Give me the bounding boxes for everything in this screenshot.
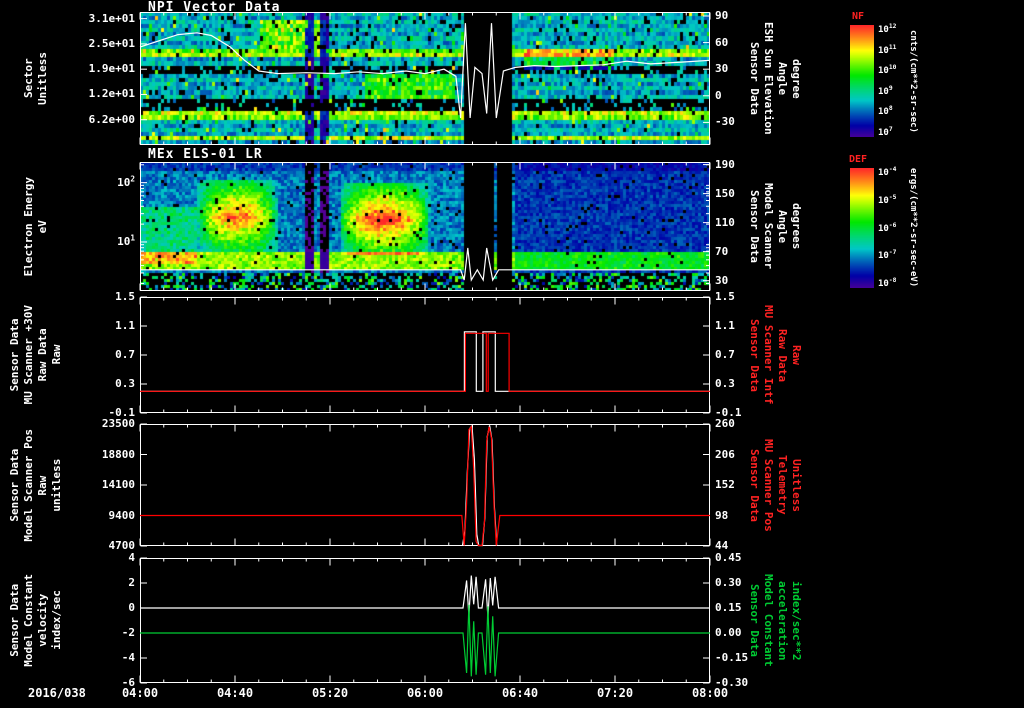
- panel-right-axis-label-text: Sensor DataModel Constantaccelerationind…: [747, 574, 803, 667]
- panel-right-axis-label: Sensor DataModel ScannerAngledegrees: [744, 162, 806, 291]
- panel-right-axis-label: Sensor DataModel Constantaccelerationind…: [744, 558, 806, 683]
- panel-left-axis-label: Electron EnergyeV: [4, 162, 68, 291]
- panel-right-axis-label-text: Sensor DataESH Sun ElevationAngledegree: [747, 22, 803, 135]
- y-tick-label: 9400: [109, 509, 136, 522]
- colorbar-tick-label: 1011: [878, 46, 896, 56]
- panel-right-axis-label-text: Sensor DataMU Scanner PosTelemetryUnitle…: [747, 439, 803, 532]
- science-plot-screen: NPI Vector Data MEx ELS-01 LR NF DEF 201…: [0, 0, 1024, 708]
- y-tick-label: 1.9e+01: [89, 62, 135, 75]
- y-tick-label: 60: [715, 36, 728, 49]
- colorbar-tick-label: 107: [878, 128, 893, 138]
- panel-left-axis-label-text: Sensor DataModel Scanner PosRawunitless: [8, 429, 64, 542]
- colorbar-unit-text: cnts/(cm**2-sr-sec): [908, 30, 918, 133]
- panel-left-axis-label: Sensor DataMU Scanner +30VRaw DataRaw: [4, 297, 68, 413]
- colorbar-unit-label: cnts/(cm**2-sr-sec): [908, 25, 918, 137]
- colorbar-tick-label: 10-8: [878, 279, 896, 289]
- x-tick-label: 04:00: [114, 686, 166, 700]
- y-tick-label: 110: [715, 216, 735, 229]
- panel-border: [141, 163, 710, 291]
- series-line: [140, 333, 710, 391]
- y-tick-label: 0.15: [715, 601, 742, 614]
- series-line: [140, 248, 710, 280]
- panel-right-axis-label-text: Sensor DataMU Scanner IntfRaw DataRaw: [747, 305, 803, 404]
- y-tick-label: 14100: [102, 478, 135, 491]
- x-tick-label: 05:20: [304, 686, 356, 700]
- panel-border: [141, 559, 710, 683]
- series-line: [140, 605, 710, 677]
- y-tick-label: 0.3: [115, 377, 135, 390]
- panel-left-axis-label: Sensor DataModel Constantvelocityindex/s…: [4, 558, 68, 683]
- y-tick-label: 98: [715, 509, 728, 522]
- y-tick-label: 101: [117, 235, 135, 248]
- colorbar-tick-label: 10-7: [878, 251, 896, 261]
- panel-right-axis-label: Sensor DataMU Scanner PosTelemetryUnitle…: [744, 424, 806, 546]
- y-tick-label: 1.5: [115, 290, 135, 303]
- panel-left-axis-label-text: SectorUnitless: [22, 52, 50, 105]
- panel-right-axis-label: Sensor DataESH Sun ElevationAngledegree: [744, 12, 806, 145]
- y-tick-label: 0.00: [715, 626, 742, 639]
- y-tick-label: 1.2e+01: [89, 87, 135, 100]
- colorbar-tick-label: 10-4: [878, 168, 896, 178]
- x-tick-label: 06:00: [399, 686, 451, 700]
- x-tick-label: 08:00: [684, 686, 736, 700]
- y-tick-label: 206: [715, 448, 735, 461]
- y-tick-label: -2: [122, 626, 135, 639]
- panel-left-axis-label: Sensor DataModel Scanner PosRawunitless: [4, 424, 68, 546]
- y-tick-label: 0.7: [115, 348, 135, 361]
- y-tick-label: 30: [715, 274, 728, 287]
- x-tick-label: 04:40: [209, 686, 261, 700]
- y-tick-label: -4: [122, 651, 135, 664]
- x-tick-label: 07:20: [589, 686, 641, 700]
- y-tick-label: 6.2e+00: [89, 113, 135, 126]
- panel-border: [141, 425, 710, 546]
- panel-left-axis-label-text: Sensor DataMU Scanner +30VRaw DataRaw: [8, 305, 64, 404]
- y-tick-label: 18800: [102, 448, 135, 461]
- y-tick-label: 150: [715, 187, 735, 200]
- y-tick-label: 23500: [102, 417, 135, 430]
- y-tick-label: -30: [715, 115, 735, 128]
- y-tick-label: 190: [715, 158, 735, 171]
- y-tick-label: 1.5: [715, 290, 735, 303]
- y-tick-label: 3.1e+01: [89, 12, 135, 25]
- colorbar-unit-label: ergs/(cm**2-sr-sec-eV): [908, 168, 918, 288]
- y-tick-label: 0.30: [715, 576, 742, 589]
- y-tick-label: 30: [715, 62, 728, 75]
- colorbar-tick-label: 10-6: [878, 224, 896, 234]
- colorbar-tick-label: 108: [878, 107, 893, 117]
- y-tick-label: 2.5e+01: [89, 37, 135, 50]
- panel-right-axis-label-text: Sensor DataModel ScannerAngledegrees: [747, 183, 803, 269]
- panel-left-axis-label-text: Electron EnergyeV: [22, 177, 50, 276]
- colorbar-tick-label: 1010: [878, 66, 896, 76]
- y-tick-label: 2: [128, 576, 135, 589]
- y-tick-label: 70: [715, 245, 728, 258]
- panel-left-axis-label-text: Sensor DataModel Constantvelocityindex/s…: [8, 574, 64, 667]
- colorbar-tick-label: 1012: [878, 25, 896, 35]
- y-tick-label: 1.1: [715, 319, 735, 332]
- y-tick-label: 1.1: [115, 319, 135, 332]
- y-tick-label: 260: [715, 417, 735, 430]
- y-tick-label: 0.7: [715, 348, 735, 361]
- panel-border: [141, 13, 710, 145]
- x-tick-label: 06:40: [494, 686, 546, 700]
- colorbar-tick-label: 109: [878, 87, 893, 97]
- y-tick-label: 152: [715, 478, 735, 491]
- panel-left-axis-label: SectorUnitless: [4, 12, 68, 145]
- y-tick-label: 0: [128, 601, 135, 614]
- series-line: [140, 23, 710, 118]
- y-tick-label: 102: [117, 176, 135, 189]
- y-tick-label: 90: [715, 9, 728, 22]
- series-line: [140, 576, 710, 617]
- colorbar-unit-text: ergs/(cm**2-sr-sec-eV): [908, 168, 918, 287]
- series-line: [140, 427, 710, 546]
- colorbar-tick-label: 10-5: [878, 196, 896, 206]
- panel-border: [141, 298, 710, 413]
- y-tick-label: 0.45: [715, 551, 742, 564]
- y-tick-label: 0.3: [715, 377, 735, 390]
- y-tick-label: 4: [128, 551, 135, 564]
- y-tick-label: 0: [715, 89, 722, 102]
- series-line: [140, 332, 710, 392]
- axes-and-series-overlay: [0, 0, 1024, 708]
- panel-right-axis-label: Sensor DataMU Scanner IntfRaw DataRaw: [744, 297, 806, 413]
